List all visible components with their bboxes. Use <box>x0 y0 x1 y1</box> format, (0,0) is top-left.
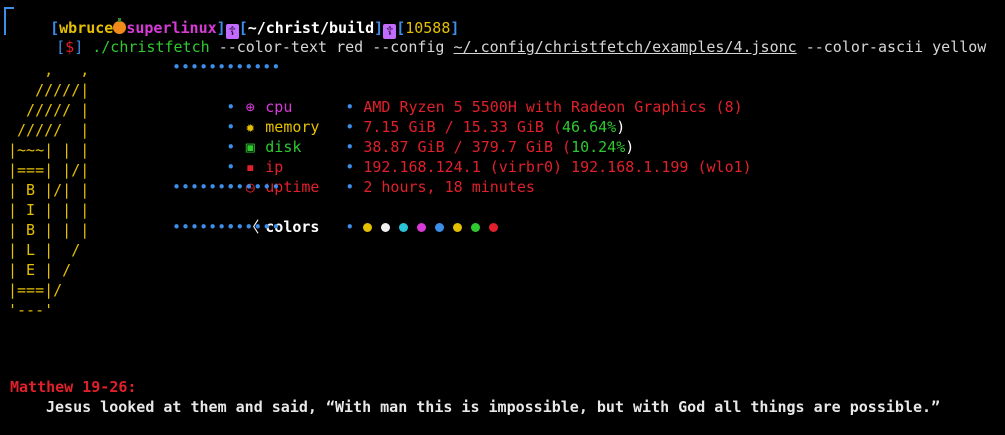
info-row-memory: • ✹ memory • 7.15 GiB / 15.33 GiB (46.64%… <box>226 118 626 136</box>
info-row-colors: • 〈 colors • <box>172 197 752 236</box>
ascii-row: | B |/| | <box>8 181 90 199</box>
ascii-row: | B | | | <box>8 221 90 239</box>
prompt-symbol: $ <box>65 38 75 56</box>
command-name: ./christfetch <box>92 38 210 56</box>
command-line[interactable]: [$] ./christfetch --color-text red --con… <box>20 17 986 56</box>
info-row-disk: • ▣ disk • 38.87 GiB / 379.7 GiB (10.24%) <box>226 138 635 156</box>
ascii-row: ///// | <box>8 121 90 139</box>
ascii-row: '---' <box>8 301 54 319</box>
command-args: --color-text red --config <box>218 38 454 56</box>
verse-text: Jesus looked at them and said, “With man… <box>46 398 941 416</box>
ascii-row: | E | / <box>8 261 72 279</box>
prompt-status-line: [wbruce superlinux] ☦ [~/christ/build] ☦ [105… <box>50 18 460 39</box>
command-args-tail: --color-ascii yellow <box>796 38 987 56</box>
ascii-row: | L | / <box>8 241 81 259</box>
info-row-cpu: • ⊕ cpu • AMD Ryzen 5 5500H with Radeon G… <box>226 98 743 116</box>
middle-separator: •••••••••••• <box>172 178 281 196</box>
prompt-bracket <box>4 7 14 35</box>
info-row-ip: • ▪ ip • 192.168.124.1 (virbr0) 192.168.1… <box>226 158 752 176</box>
ascii-row: , , <box>8 61 90 79</box>
system-info-panel: •••••••••••• • ⊕ cpu • AMD Ryzen 5 5500H … <box>172 57 752 237</box>
ascii-row: |===| |/| <box>8 161 90 179</box>
verse-reference: Matthew 19-26: <box>10 378 137 396</box>
ascii-row: |~~~| | | <box>8 141 90 159</box>
ascii-row: ///// | <box>8 101 90 119</box>
ascii-row: |===|/ <box>8 281 63 299</box>
ascii-row: | I | | | <box>8 201 90 219</box>
terminal-window: [wbruce superlinux] ☦ [~/christ/build] ☦ [105… <box>0 0 1005 435</box>
top-separator: •••••••••••• <box>172 58 281 76</box>
bible-ascii-art: , , /////| ///// | ///// | |~~~| | | |==… <box>8 60 89 320</box>
info-row-uptime: • ◷ uptime • 2 hours, 18 minutes <box>226 178 535 196</box>
config-path-link[interactable]: ~/.config/christfetch/examples/4.jsonc <box>454 38 797 56</box>
bottom-separator: •••••••••••• <box>172 218 281 236</box>
ascii-row: /////| <box>8 81 90 99</box>
